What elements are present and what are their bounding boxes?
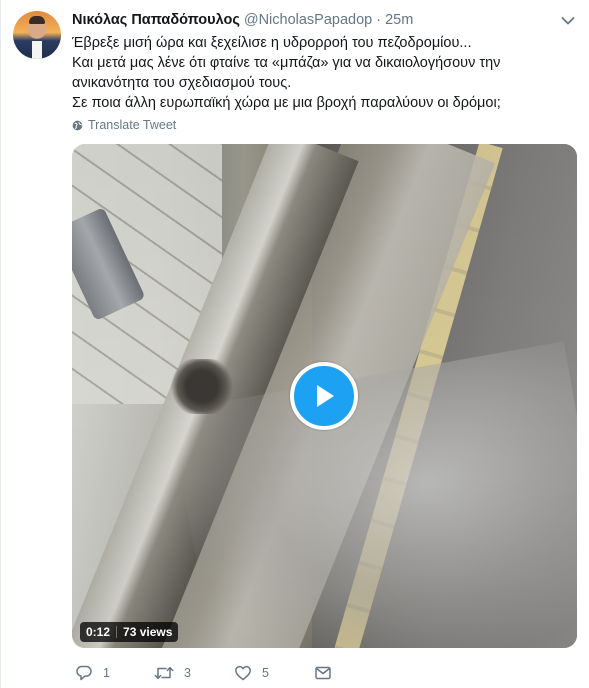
tweet-text-line: Σε ποια άλλη ευρωπαϊκή χώρα με μια βροχή…	[72, 95, 501, 111]
globe-icon	[72, 120, 83, 130]
video-views: 73 views	[123, 625, 173, 639]
envelope-icon	[315, 666, 331, 680]
like-button[interactable]: 5	[234, 662, 269, 684]
avatar-shirt	[32, 41, 42, 59]
tweet-timestamp[interactable]: 25m	[385, 12, 413, 28]
author-handle[interactable]: @NicholasPapadop	[244, 12, 372, 28]
retweet-icon	[154, 666, 174, 680]
tweet-header: Νικόλας Παπαδόπουλος @NicholasPapadop · …	[72, 12, 552, 32]
tweet-card[interactable]: Νικόλας Παπαδόπουλος @NicholasPapadop · …	[0, 0, 589, 688]
reply-button[interactable]: 1	[75, 662, 110, 684]
tweet-text-line: ανικανότητα του σχεδιασμού τους.	[72, 75, 292, 91]
author-name[interactable]: Νικόλας Παπαδόπουλος	[72, 12, 240, 28]
like-count: 5	[262, 666, 269, 680]
tweet-text-line: Έβρεξε μισή ώρα και ξεχείλισε η υδρορροή…	[72, 35, 472, 51]
header-separator: ·	[376, 12, 382, 28]
video-duration: 0:12	[86, 625, 111, 639]
direct-message-button[interactable]	[314, 662, 342, 684]
heart-icon	[235, 665, 251, 681]
tweet-text: Έβρεξε μισή ώρα και ξεχείλισε η υδρορροή…	[72, 33, 577, 113]
translate-label: Translate Tweet	[88, 118, 177, 132]
play-button[interactable]	[290, 362, 358, 430]
video-info-badge: 0:12 73 views	[80, 622, 179, 642]
chevron-down-icon[interactable]	[561, 16, 575, 26]
play-icon	[317, 385, 334, 407]
retweet-button[interactable]: 3	[154, 662, 191, 684]
translate-tweet-link[interactable]: Translate Tweet	[72, 118, 176, 132]
retweet-count: 3	[184, 666, 191, 680]
tweet-actions: 1 3 5	[72, 662, 492, 684]
badge-divider	[116, 626, 118, 638]
author-avatar[interactable]	[13, 11, 61, 59]
reply-icon	[76, 665, 92, 681]
reply-count: 1	[103, 666, 110, 680]
video-player[interactable]: 0:12 73 views	[72, 144, 577, 648]
avatar-hair	[29, 16, 45, 24]
tweet-text-line: Και μετά μας λένε ότι φταίνε τα «μπάζα» …	[72, 55, 501, 71]
